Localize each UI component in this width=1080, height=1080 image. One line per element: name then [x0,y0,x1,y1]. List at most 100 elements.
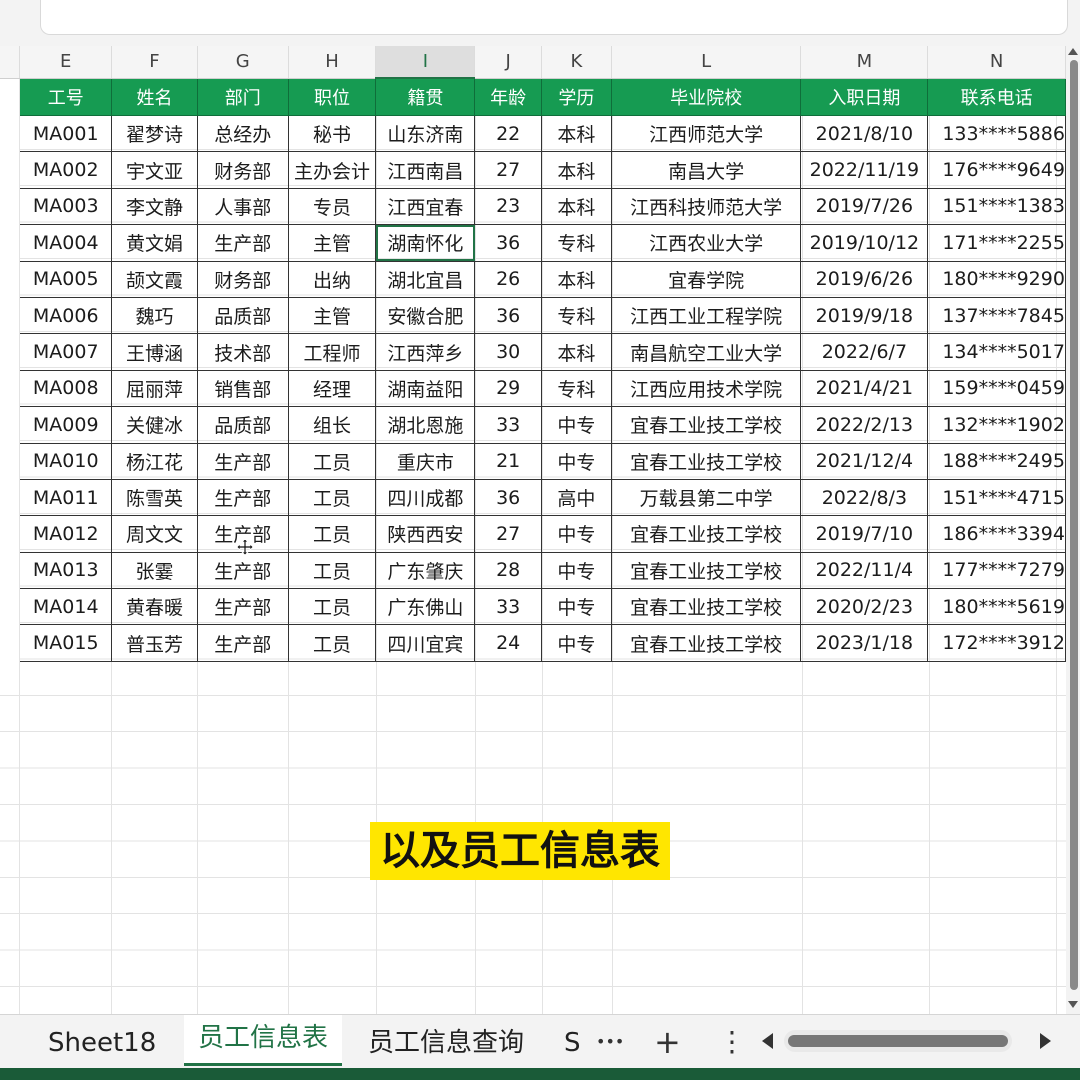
cell-position[interactable]: 工员 [287,624,377,662]
cell-id[interactable]: MA004 [19,224,113,262]
cell-position[interactable]: 组长 [287,406,377,444]
cell-position[interactable]: 工员 [287,515,377,553]
scroll-left-icon[interactable] [762,1033,773,1049]
cell-id[interactable]: MA006 [19,296,113,335]
cell-hometown[interactable]: 重庆市 [375,442,476,480]
header-cell-id[interactable]: 工号 [19,77,113,116]
sheet-menu-icon[interactable]: ⋮ [718,1015,746,1069]
scroll-up-icon[interactable] [1068,48,1078,55]
cell-school[interactable]: 宜春学院 [610,260,802,298]
cell-school[interactable]: 江西工业工程学院 [610,296,802,335]
cell-phone[interactable]: 180****5619 [927,588,1066,626]
header-cell-position[interactable]: 职位 [287,77,377,116]
row-number[interactable] [0,552,21,589]
cell-age[interactable]: 27 [474,151,543,189]
row-number-corner[interactable] [0,46,21,79]
cell-school[interactable]: 宜春工业技工学校 [610,624,802,662]
cell-phone[interactable]: 151****4715 [927,478,1066,517]
cell-name[interactable]: 王博涵 [111,333,198,371]
cell-phone[interactable]: 133****5886 [927,114,1066,153]
cell-hometown[interactable]: 湖北宜昌 [375,260,476,298]
cell-hometown[interactable]: 四川成都 [375,478,476,517]
cell-hometown[interactable]: 江西萍乡 [375,333,476,371]
cell-education[interactable]: 本科 [541,114,612,153]
row-number[interactable] [0,188,21,225]
cell-hire-date[interactable]: 2019/7/10 [800,515,929,553]
cell-hire-date[interactable]: 2021/4/21 [800,369,929,408]
cell-name[interactable]: 屈丽萍 [111,369,198,408]
cell-id[interactable]: MA007 [19,333,113,371]
cell-hometown[interactable]: 湖南益阳 [375,369,476,408]
cell-hire-date[interactable]: 2021/8/10 [800,114,929,153]
cell-age[interactable]: 33 [474,406,543,444]
row-number[interactable] [0,406,21,444]
cell-position[interactable]: 工程师 [287,333,377,371]
cell-school[interactable]: 宜春工业技工学校 [610,442,802,480]
header-cell-age[interactable]: 年龄 [474,77,543,116]
cell-education[interactable]: 本科 [541,333,612,371]
column-header-i[interactable]: I [375,46,476,79]
cell-school[interactable]: 江西科技师范大学 [610,187,802,226]
cell-education[interactable]: 中专 [541,442,612,480]
vertical-scrollbar[interactable] [1066,46,1080,1014]
row-number[interactable] [0,443,21,480]
cell-id[interactable]: MA001 [19,114,113,153]
cell-age[interactable]: 27 [474,515,543,553]
cell-name[interactable]: 关健冰 [111,406,198,444]
cell-education[interactable]: 专科 [541,296,612,335]
cell-department[interactable]: 技术部 [196,333,289,371]
cell-position[interactable]: 主管 [287,224,377,262]
cell-age[interactable]: 36 [474,224,543,262]
cell-department[interactable]: 生产部 [196,442,289,480]
cell-age[interactable]: 26 [474,260,543,298]
cell-phone[interactable]: 172****3912 [927,624,1066,662]
cell-position[interactable]: 出纳 [287,260,377,298]
cell-age[interactable]: 36 [474,478,543,517]
cell-phone[interactable]: 134****5017 [927,333,1066,371]
cell-position[interactable]: 主管 [287,296,377,335]
cell-name[interactable]: 黄文娟 [111,224,198,262]
column-header-m[interactable]: M [800,46,929,79]
cell-id[interactable]: MA005 [19,260,113,298]
cell-department[interactable]: 人事部 [196,187,289,226]
cell-age[interactable]: 29 [474,369,543,408]
header-cell-education[interactable]: 学历 [541,77,612,116]
cell-name[interactable]: 李文静 [111,187,198,226]
cell-id[interactable]: MA008 [19,369,113,408]
cell-department[interactable]: 生产部 [196,588,289,626]
cell-phone[interactable]: 180****9290 [927,260,1066,298]
horizontal-scrollbar[interactable] [784,1030,1012,1052]
cell-id[interactable]: MA009 [19,406,113,444]
cell-education[interactable]: 中专 [541,624,612,662]
more-tabs-icon[interactable]: ••• [596,1015,624,1069]
header-cell-name[interactable]: 姓名 [111,77,198,116]
cell-age[interactable]: 22 [474,114,543,153]
cell-position[interactable]: 工员 [287,551,377,590]
column-header-e[interactable]: E [19,46,113,79]
cell-name[interactable]: 翟梦诗 [111,114,198,153]
cell-hometown[interactable]: 陕西西安 [375,515,476,553]
header-cell-school[interactable]: 毕业院校 [610,77,802,116]
cell-education[interactable]: 中专 [541,406,612,444]
cell-hire-date[interactable]: 2019/7/26 [800,187,929,226]
cell-school[interactable]: 宜春工业技工学校 [610,515,802,553]
cell-hire-date[interactable]: 2022/8/3 [800,478,929,517]
row-number[interactable] [0,115,21,152]
vertical-scroll-thumb[interactable] [1070,60,1078,990]
cell-education[interactable]: 专科 [541,369,612,408]
cell-phone[interactable]: 159****0459 [927,369,1066,408]
cell-department[interactable]: 总经办 [196,114,289,153]
cell-hire-date[interactable]: 2022/2/13 [800,406,929,444]
cell-department[interactable]: 销售部 [196,369,289,408]
cell-phone[interactable]: 186****3394 [927,515,1066,553]
cell-age[interactable]: 24 [474,624,543,662]
cell-hometown[interactable]: 江西宜春 [375,187,476,226]
cell-school[interactable]: 宜春工业技工学校 [610,588,802,626]
horizontal-scroll-thumb[interactable] [788,1035,1008,1047]
cell-school[interactable]: 万载县第二中学 [610,478,802,517]
cell-name[interactable]: 宇文亚 [111,151,198,189]
cell-position[interactable]: 工员 [287,588,377,626]
cell-department[interactable]: 生产部 [196,551,289,590]
cell-position[interactable]: 工员 [287,442,377,480]
add-sheet-icon[interactable]: + [654,1015,681,1069]
